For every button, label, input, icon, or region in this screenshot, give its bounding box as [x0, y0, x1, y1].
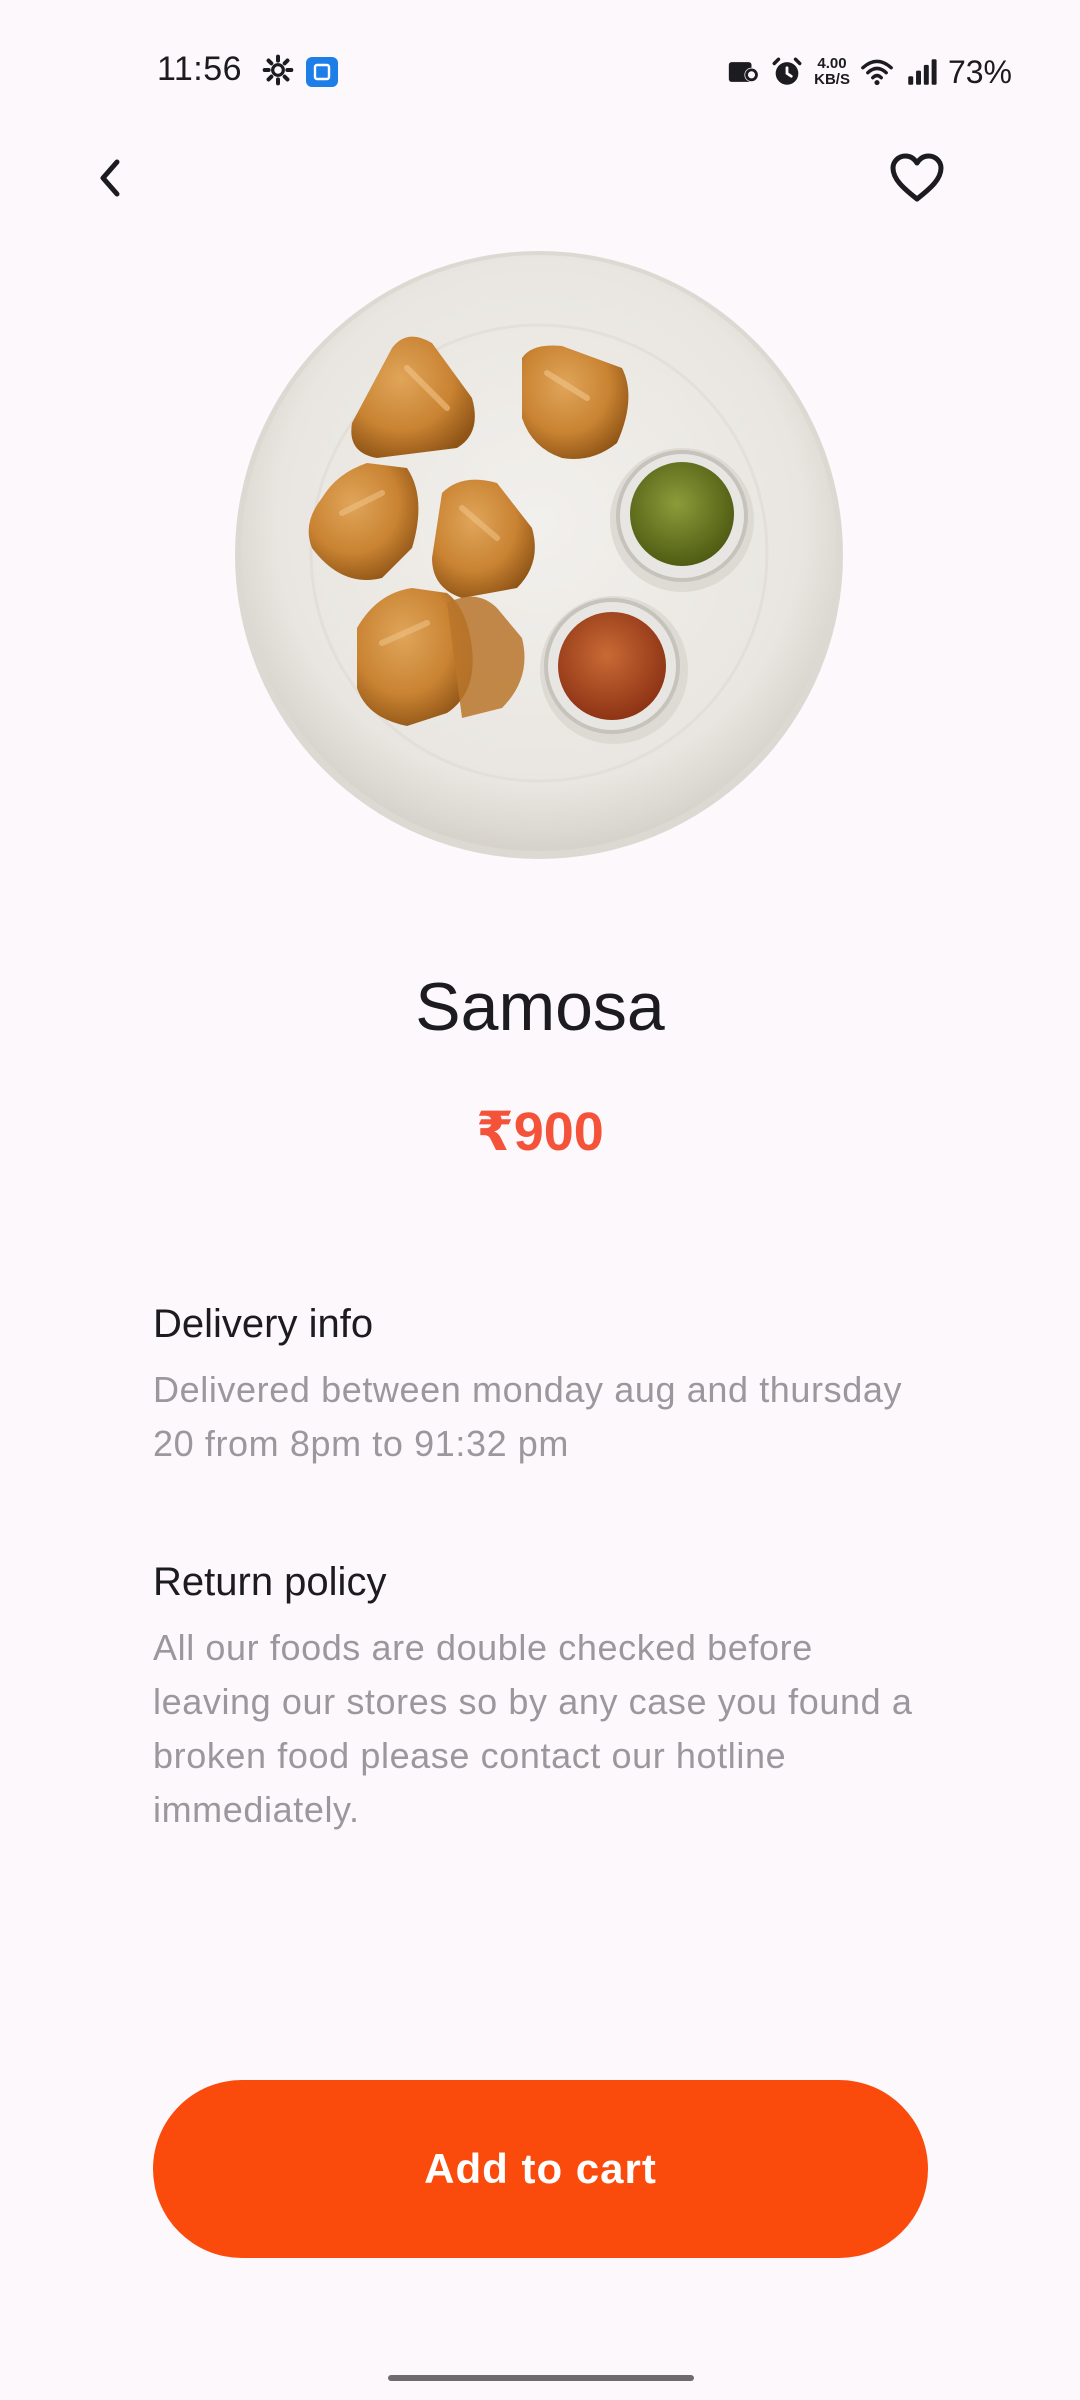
gear-icon: [262, 54, 294, 86]
wifi-icon: [861, 59, 893, 86]
status-bar: 11:56 4.00 KB/S 73%: [0, 0, 1080, 140]
return-policy-body: All our foods are double checked before …: [153, 1627, 913, 1830]
add-to-cart-button[interactable]: Add to cart: [153, 2080, 928, 2258]
return-policy-title: Return policy: [153, 1560, 387, 1604]
back-button[interactable]: [80, 148, 140, 208]
app-notification-icon: [306, 57, 338, 87]
status-icons: 4.00 KB/S 73%: [726, 52, 1012, 92]
delivery-info-section: Delivery info Delivered between monday a…: [153, 1302, 933, 1471]
product-price: ₹900: [476, 1102, 604, 1162]
favorite-button[interactable]: [884, 148, 950, 208]
chevron-left-icon: [100, 159, 120, 197]
delivery-info-body: Delivered between monday aug and thursda…: [153, 1369, 903, 1464]
battery-level: 73%: [947, 53, 1012, 90]
nfc-icon: [728, 62, 759, 82]
network-speed-value: 4.00: [817, 55, 847, 72]
product-name: Samosa: [415, 969, 665, 1045]
alarm-icon: [772, 57, 802, 85]
signal-icon: [908, 59, 937, 85]
home-indicator[interactable]: [388, 2375, 694, 2381]
network-speed-unit: KB/S: [814, 71, 850, 88]
heart-outline-icon: [890, 153, 944, 202]
status-time: 11:56: [157, 50, 243, 88]
return-policy-section: Return policy All our foods are double c…: [153, 1560, 933, 1837]
delivery-info-title: Delivery info: [153, 1302, 374, 1346]
product-image: [235, 251, 843, 859]
network-speed: 4.00 KB/S: [814, 56, 850, 88]
